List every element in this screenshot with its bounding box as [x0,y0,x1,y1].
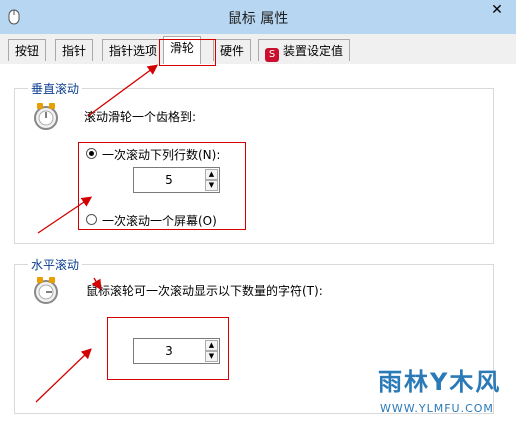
tab-buttons[interactable]: 按钮 [8,39,47,61]
tab-pointer-options[interactable]: 指针选项 [102,39,165,61]
watermark-url: WWW.YLMFU.COM [380,402,494,415]
vertical-scroll-description: 滚动滑轮一个齿格到: [84,110,197,124]
tab-device-settings[interactable]: S 装置设定值 [258,39,351,62]
tab-device-settings-label: 装置设定值 [283,44,344,58]
vertical-scroll-title: 垂直滚动 [28,80,83,97]
horizontal-scroll-description: 鼠标滚轮可一次滚动显示以下数量的字符(T): [86,284,323,298]
title-bar: 鼠标 属性 ✕ [0,0,516,34]
site-watermark: 雨林Y木风 WWW.YLMFU.COM [378,362,512,422]
highlight-box-horizontal [107,317,229,380]
tab-pointers[interactable]: 指针 [55,39,94,61]
synaptics-icon: S [265,48,279,62]
highlight-box-vertical [78,142,246,230]
mouse-wheel-icon [34,277,58,304]
watermark-logo: 雨林Y木风 [378,368,502,396]
horizontal-scroll-title: 水平滚动 [28,256,83,273]
tab-hardware[interactable]: 硬件 [213,39,252,61]
close-button[interactable]: ✕ [484,0,510,20]
window-title: 鼠标 属性 [227,11,289,27]
highlight-box-tab [159,39,216,66]
tab-strip: 按钮 指针 指针选项 滑轮 硬件 S 装置设定值 [0,34,516,65]
mouse-wheel-icon [34,103,58,130]
